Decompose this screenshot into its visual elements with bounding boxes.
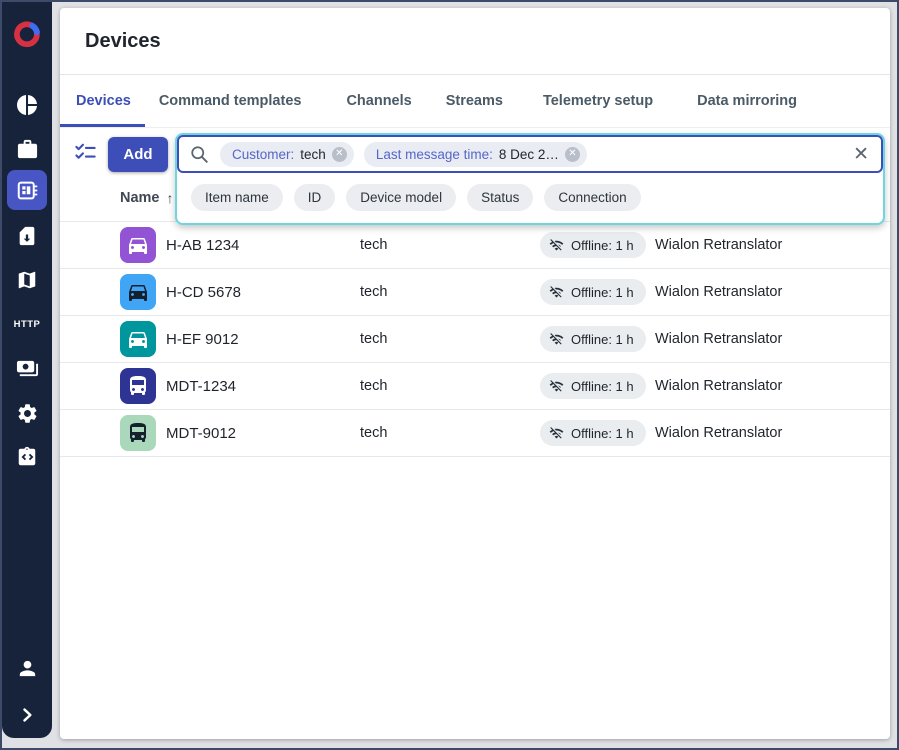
customer-cell: tech (360, 331, 540, 347)
tab-channels[interactable]: Channels (332, 75, 425, 127)
sidebar-expand-button[interactable] (2, 702, 52, 728)
app-window: HTTP (0, 0, 899, 750)
table-row[interactable]: H-CD 5678 tech Offline: 1 h Wialon Retra… (60, 269, 890, 316)
customer-cell: tech (360, 284, 540, 300)
sidebar-item-geofences[interactable] (2, 267, 52, 293)
status-badge: Offline: 1 h (540, 232, 646, 258)
code-badge-icon (16, 446, 38, 468)
table-row[interactable]: MDT-9012 tech Offline: 1 h Wialon Retran… (60, 410, 890, 457)
wifi-off-icon (549, 379, 564, 394)
device-name: H-EF 9012 (166, 331, 239, 348)
device-table-body: H-AB 1234 tech Offline: 1 h Wialon Retra… (60, 222, 890, 457)
remove-filter-icon[interactable]: ✕ (565, 147, 580, 162)
device-name: MDT-1234 (166, 378, 236, 395)
remove-filter-icon[interactable]: ✕ (332, 147, 347, 162)
sim-card-icon (16, 225, 38, 247)
device-name: H-CD 5678 (166, 284, 241, 301)
payments-card-icon (16, 357, 39, 380)
customer-cell: tech (360, 378, 540, 394)
bus-front-icon (120, 368, 156, 404)
sidebar-item-settings[interactable] (2, 400, 52, 426)
checklist-icon (74, 140, 97, 163)
http-label: HTTP (14, 319, 41, 330)
device-name: H-AB 1234 (166, 237, 239, 254)
status-badge: Offline: 1 h (540, 420, 646, 446)
gear-icon (16, 402, 39, 425)
device-tracker-icon (15, 178, 40, 203)
tab-streams[interactable]: Streams (432, 75, 517, 127)
flespi-logo (2, 14, 52, 54)
suggestion-chip-id[interactable]: ID (294, 184, 336, 211)
filter-chip-customer: Customer: tech ✕ (220, 142, 354, 167)
add-button[interactable]: Add (108, 137, 168, 172)
page-header: Devices (60, 8, 890, 75)
sidebar-item-analytics[interactable] (2, 92, 52, 118)
pie-chart-icon (15, 93, 39, 117)
sidebar-item-tools[interactable] (2, 444, 52, 470)
sidebar-item-http[interactable]: HTTP (2, 314, 52, 334)
wifi-off-icon (549, 332, 564, 347)
sidebar-item-subscriptions[interactable] (2, 355, 52, 381)
status-badge: Offline: 1 h (540, 279, 646, 305)
car-front-icon (120, 321, 156, 357)
column-header-name[interactable]: Name ↑ (60, 190, 174, 206)
sidebar-item-account[interactable] (2, 655, 52, 681)
sort-ascending-icon: ↑ (167, 190, 174, 206)
page-title: Devices (85, 30, 161, 53)
map-icon (16, 269, 38, 291)
suggestion-chip-device-model[interactable]: Device model (346, 184, 456, 211)
table-row[interactable]: H-EF 9012 tech Offline: 1 h Wialon Retra… (60, 316, 890, 363)
search-input-row[interactable]: Customer: tech ✕ Last message time: 8 De… (177, 135, 883, 173)
person-icon (16, 657, 39, 680)
car-front-icon (120, 227, 156, 263)
toolbar: Add Customer: tech ✕ Last message time: … (60, 128, 890, 175)
wifi-off-icon (549, 426, 564, 441)
suggestion-chip-status[interactable]: Status (467, 184, 533, 211)
clear-search-icon[interactable]: ✕ (845, 145, 869, 164)
status-badge: Offline: 1 h (540, 326, 646, 352)
wifi-off-icon (549, 238, 564, 253)
customer-cell: tech (360, 425, 540, 441)
sidebar-item-sim-cards[interactable] (2, 223, 52, 249)
chevron-right-icon (17, 705, 37, 725)
sidebar-item-organization[interactable] (2, 136, 52, 162)
filter-chip-last-message-time: Last message time: 8 Dec 2… ✕ (364, 142, 587, 167)
tab-bar: Devices Command templates Channels Strea… (60, 75, 890, 128)
columns-settings-button[interactable] (74, 140, 97, 168)
device-model-cell: Wialon Retranslator (655, 425, 890, 441)
status-badge: Offline: 1 h (540, 373, 646, 399)
tab-command-templates[interactable]: Command templates (145, 75, 316, 127)
wifi-off-icon (549, 285, 564, 300)
device-model-cell: Wialon Retranslator (655, 378, 890, 394)
tab-telemetry-setup[interactable]: Telemetry setup (529, 75, 667, 127)
device-name: MDT-9012 (166, 425, 236, 442)
main-panel: Devices Devices Command templates Channe… (60, 8, 890, 739)
tab-data-mirroring[interactable]: Data mirroring (683, 75, 811, 127)
device-model-cell: Wialon Retranslator (655, 284, 890, 300)
search-icon (189, 144, 210, 165)
logo-swirl-icon (8, 15, 46, 53)
device-model-cell: Wialon Retranslator (655, 331, 890, 347)
search-widget: Customer: tech ✕ Last message time: 8 De… (175, 133, 885, 225)
tab-devices[interactable]: Devices (60, 75, 145, 127)
device-model-cell: Wialon Retranslator (655, 237, 890, 253)
bus-front-icon (120, 415, 156, 451)
search-suggestions: Item name ID Device model Status Connect… (177, 173, 883, 223)
table-row[interactable]: H-AB 1234 tech Offline: 1 h Wialon Retra… (60, 222, 890, 269)
customer-cell: tech (360, 237, 540, 253)
search-input[interactable] (597, 146, 845, 162)
sidebar: HTTP (2, 2, 52, 738)
car-front-icon (120, 274, 156, 310)
sidebar-item-devices-active[interactable] (7, 170, 47, 210)
table-row[interactable]: MDT-1234 tech Offline: 1 h Wialon Retran… (60, 363, 890, 410)
suggestion-chip-connection[interactable]: Connection (544, 184, 640, 211)
suggestion-chip-item-name[interactable]: Item name (191, 184, 283, 211)
briefcase-icon (16, 138, 39, 161)
